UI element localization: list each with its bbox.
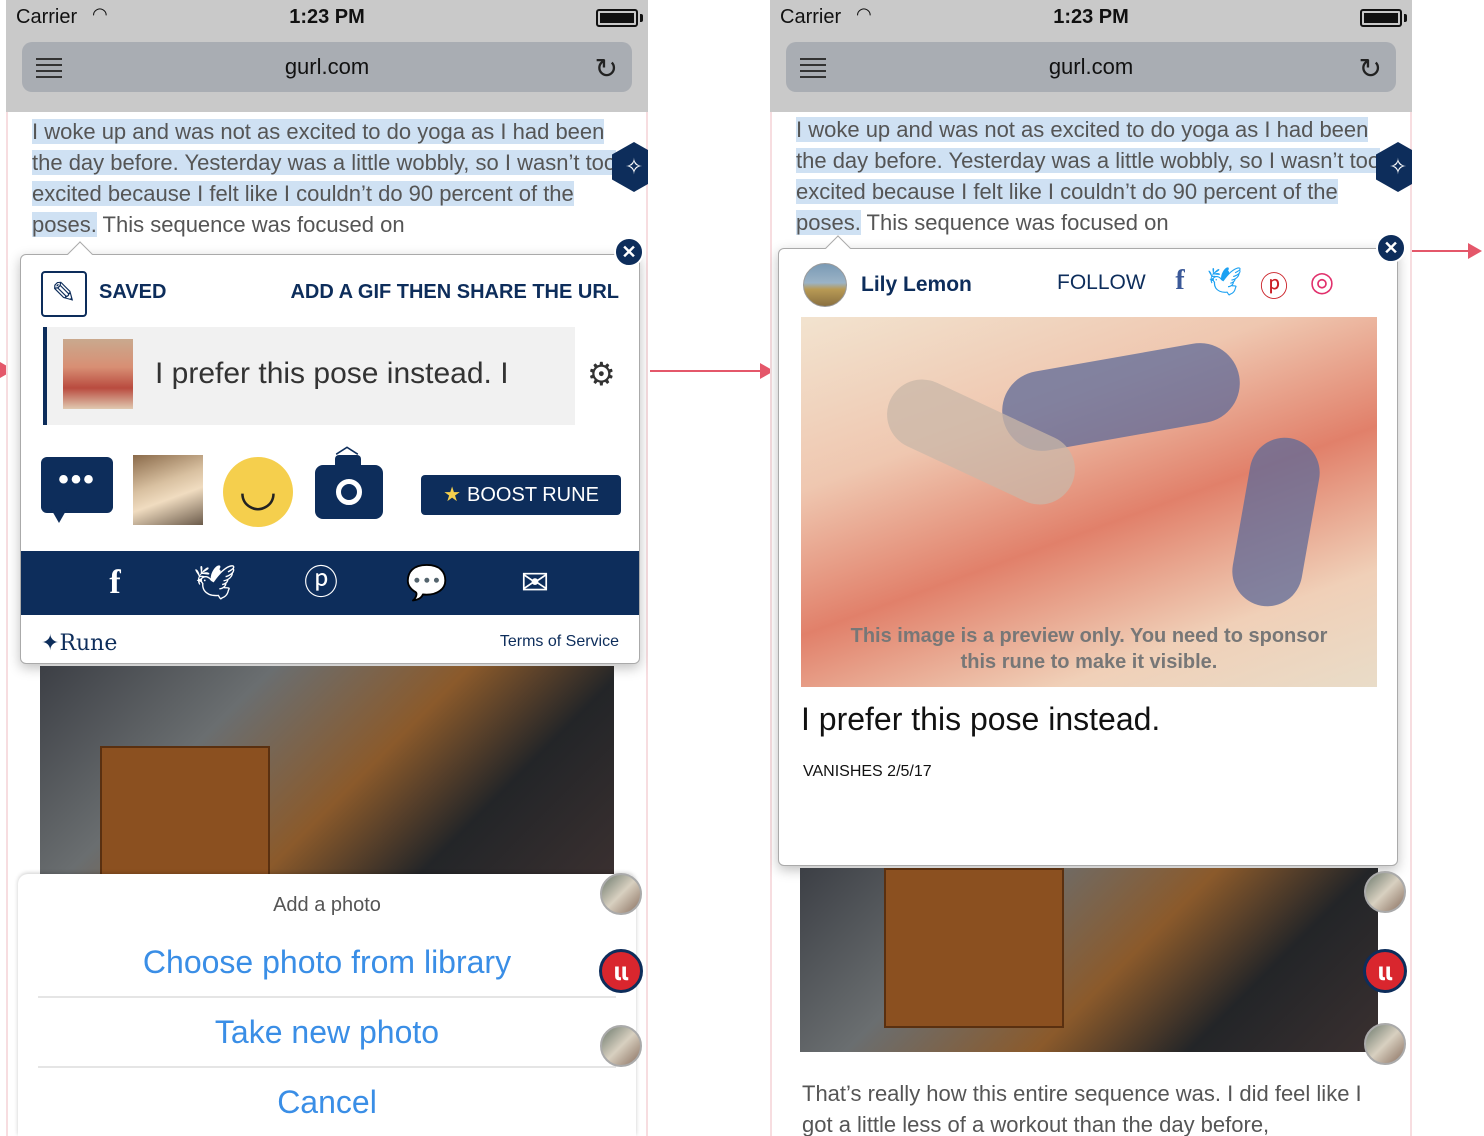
terms-of-service-link[interactable]: Terms of Service — [500, 633, 619, 651]
rune-editor-popup: ✎ SAVED ADD A GIF THEN SHARE THE URL I p… — [20, 241, 640, 664]
gif-thumbnail[interactable] — [133, 455, 203, 525]
battery-icon — [596, 9, 638, 27]
article-paragraph: I woke up and was not as excited to do y… — [32, 116, 622, 240]
clock: 1:23 PM — [289, 6, 365, 28]
attached-photo-thumbnail[interactable] — [63, 339, 133, 409]
close-icon[interactable]: ✕ — [614, 237, 644, 267]
twitter-icon[interactable]: 🕊 — [1207, 265, 1243, 298]
rune-logo: ✦Rune — [41, 631, 118, 656]
rune-preview-image: This image is a preview only. You need t… — [801, 317, 1377, 687]
reload-icon[interactable]: ↻ — [1359, 52, 1382, 85]
twitter-icon[interactable]: 🕊 — [193, 563, 237, 603]
preview-notice: This image is a preview only. You need t… — [850, 625, 1328, 673]
chat-icon[interactable]: ••• — [41, 457, 113, 513]
star-icon: ★ — [443, 484, 462, 506]
email-icon[interactable]: ✉ — [513, 563, 557, 603]
phone-screen-editor: Carrier ◠ 1:23 PM gurl.com ↻ I woke up a… — [6, 0, 648, 1136]
rune-view-popup: Lily Lemon FOLLOW f 🕊 ⓟ ◎ This image is … — [778, 235, 1398, 866]
follow-button[interactable]: FOLLOW — [1057, 271, 1146, 295]
pinterest-icon[interactable]: ⓟ — [299, 563, 343, 603]
article-photo — [40, 666, 614, 876]
clock: 1:23 PM — [1053, 6, 1129, 28]
pencil-icon[interactable]: ✎ — [41, 271, 87, 317]
article-text-continued: This sequence was focused on — [96, 212, 405, 237]
boost-rune-button[interactable]: ★ BOOST RUNE — [421, 475, 621, 515]
add-photo-action-sheet: Add a photo Choose photo from library Ta… — [18, 874, 636, 1136]
article-photo — [800, 868, 1378, 1052]
author-name[interactable]: Lily Lemon — [861, 273, 972, 297]
browser-navbar: gurl.com ↻ — [770, 34, 1412, 112]
flow-arrow-out — [1412, 250, 1468, 252]
close-icon[interactable]: ✕ — [1376, 233, 1406, 263]
rune-input-value[interactable]: I prefer this pose instead. I — [155, 357, 509, 391]
cancel-button[interactable]: Cancel — [38, 1084, 616, 1121]
rune-text-input[interactable]: I prefer this pose instead. I — [43, 327, 575, 425]
address-bar[interactable]: gurl.com ↻ — [786, 42, 1396, 92]
avatar[interactable] — [600, 873, 642, 915]
status-bar: Carrier ◠ 1:23 PM — [770, 0, 1412, 34]
article-paragraph: I woke up and was not as excited to do y… — [796, 114, 1386, 238]
share-bar: f 🕊 ⓟ 💬 ✉ — [21, 551, 639, 615]
lululemon-icon[interactable]: ɩɩ — [599, 949, 643, 993]
facebook-icon[interactable]: f — [93, 563, 137, 603]
battery-icon — [1360, 9, 1402, 27]
avatar[interactable] — [600, 1025, 642, 1067]
instruction-text: ADD A GIF THEN SHARE THE URL — [290, 281, 619, 303]
address-bar[interactable]: gurl.com ↻ — [22, 42, 632, 92]
saved-status: SAVED — [99, 281, 167, 303]
camera-icon[interactable] — [315, 455, 383, 519]
message-icon[interactable]: 💬 — [405, 563, 449, 603]
choose-from-library-button[interactable]: Choose photo from library — [38, 944, 616, 981]
status-bar: Carrier ◠ 1:23 PM — [6, 0, 648, 34]
action-sheet-title: Add a photo — [273, 894, 381, 916]
expiry-date: VANISHES 2/5/17 — [803, 763, 932, 780]
rune-text: I prefer this pose instead. — [801, 701, 1161, 737]
smiley-icon[interactable]: ◡ — [223, 457, 293, 527]
author-avatar[interactable] — [803, 263, 847, 307]
facebook-icon[interactable]: f — [1163, 265, 1197, 297]
flow-arrow — [650, 370, 760, 372]
phone-screen-viewer: Carrier ◠ 1:23 PM gurl.com ↻ I woke up a… — [770, 0, 1412, 1136]
browser-navbar: gurl.com ↻ — [6, 34, 648, 112]
lululemon-icon[interactable]: ɩɩ — [1363, 949, 1407, 993]
reload-icon[interactable]: ↻ — [595, 52, 618, 85]
take-new-photo-button[interactable]: Take new photo — [38, 1014, 616, 1051]
instagram-icon[interactable]: ◎ — [1305, 265, 1339, 298]
article-text-continued: This sequence was focused on — [860, 210, 1169, 235]
avatar[interactable] — [1364, 871, 1406, 913]
url-text[interactable]: gurl.com — [786, 54, 1396, 80]
url-text[interactable]: gurl.com — [22, 54, 632, 80]
gear-icon[interactable]: ⚙ — [587, 355, 616, 393]
avatar[interactable] — [1364, 1023, 1406, 1065]
article-paragraph-bottom: That’s really how this entire sequence w… — [802, 1081, 1362, 1136]
pinterest-icon[interactable]: ⓟ — [1257, 265, 1291, 305]
